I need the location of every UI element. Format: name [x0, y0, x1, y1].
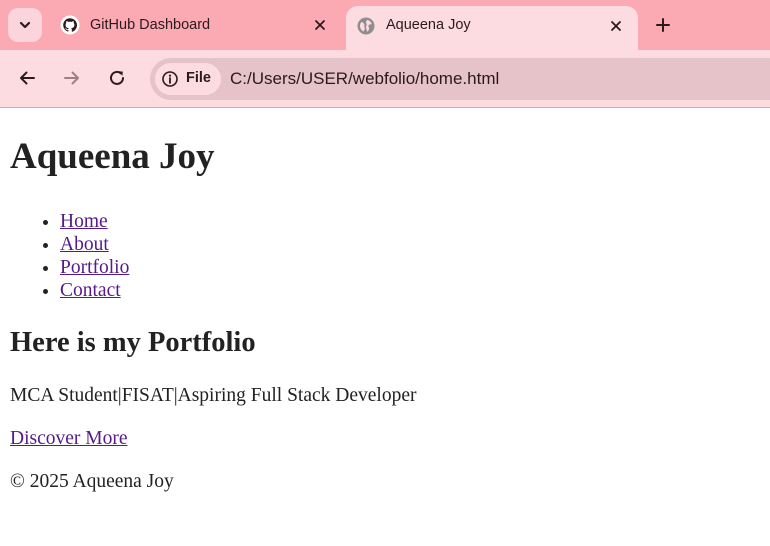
nav-item-contact: Contact	[60, 279, 129, 302]
site-info-chip[interactable]: File	[155, 63, 221, 95]
nav-link-about[interactable]: About	[60, 234, 109, 255]
arrow-left-icon	[18, 69, 36, 87]
plus-icon	[656, 18, 670, 32]
discover-paragraph: Discover More	[10, 428, 128, 450]
close-icon[interactable]	[310, 15, 330, 35]
arrow-right-icon	[63, 69, 81, 87]
discover-more-link[interactable]: Discover More	[10, 428, 128, 449]
page-content: Aqueena Joy Home About Portfolio Contact…	[0, 108, 770, 546]
chevron-down-icon	[18, 18, 32, 32]
globe-icon	[356, 16, 376, 36]
tagline: MCA Student|FISAT|Aspiring Full Stack De…	[10, 385, 417, 406]
address-bar[interactable]: File C:/Users/USER/webfolio/home.html	[150, 58, 770, 100]
reload-button[interactable]	[103, 64, 131, 92]
reload-icon	[108, 69, 126, 87]
tab-strip: GitHub Dashboard Aqueena Joy	[0, 0, 770, 50]
site-info-label: File	[186, 70, 211, 86]
new-tab-button[interactable]	[650, 12, 676, 38]
close-icon[interactable]	[606, 16, 626, 36]
footer-copyright: © 2025 Aqueena Joy	[10, 471, 174, 492]
page-title: Aqueena Joy	[10, 136, 215, 177]
nav-item-about: About	[60, 233, 129, 256]
tab-title: Aqueena Joy	[386, 17, 471, 33]
tab-title: GitHub Dashboard	[90, 17, 211, 33]
nav-link-contact[interactable]: Contact	[60, 280, 121, 301]
url-text[interactable]: C:/Users/USER/webfolio/home.html	[230, 69, 499, 89]
section-heading: Here is my Portfolio	[10, 327, 256, 358]
info-icon	[162, 71, 178, 87]
github-icon	[60, 15, 80, 35]
back-button[interactable]	[13, 64, 41, 92]
nav-item-portfolio: Portfolio	[60, 256, 129, 279]
nav-item-home: Home	[60, 210, 129, 233]
browser-window: GitHub Dashboard Aqueena Joy File C:/Use…	[0, 0, 770, 546]
tab-github-dashboard[interactable]: GitHub Dashboard	[50, 8, 342, 42]
forward-button[interactable]	[58, 64, 86, 92]
tab-aqueena-joy[interactable]: Aqueena Joy	[346, 6, 638, 50]
nav-link-home[interactable]: Home	[60, 211, 108, 232]
tab-search-button[interactable]	[8, 8, 42, 42]
nav-list: Home About Portfolio Contact	[10, 210, 129, 302]
nav-link-portfolio[interactable]: Portfolio	[60, 257, 129, 278]
browser-toolbar: File C:/Users/USER/webfolio/home.html	[0, 50, 770, 108]
